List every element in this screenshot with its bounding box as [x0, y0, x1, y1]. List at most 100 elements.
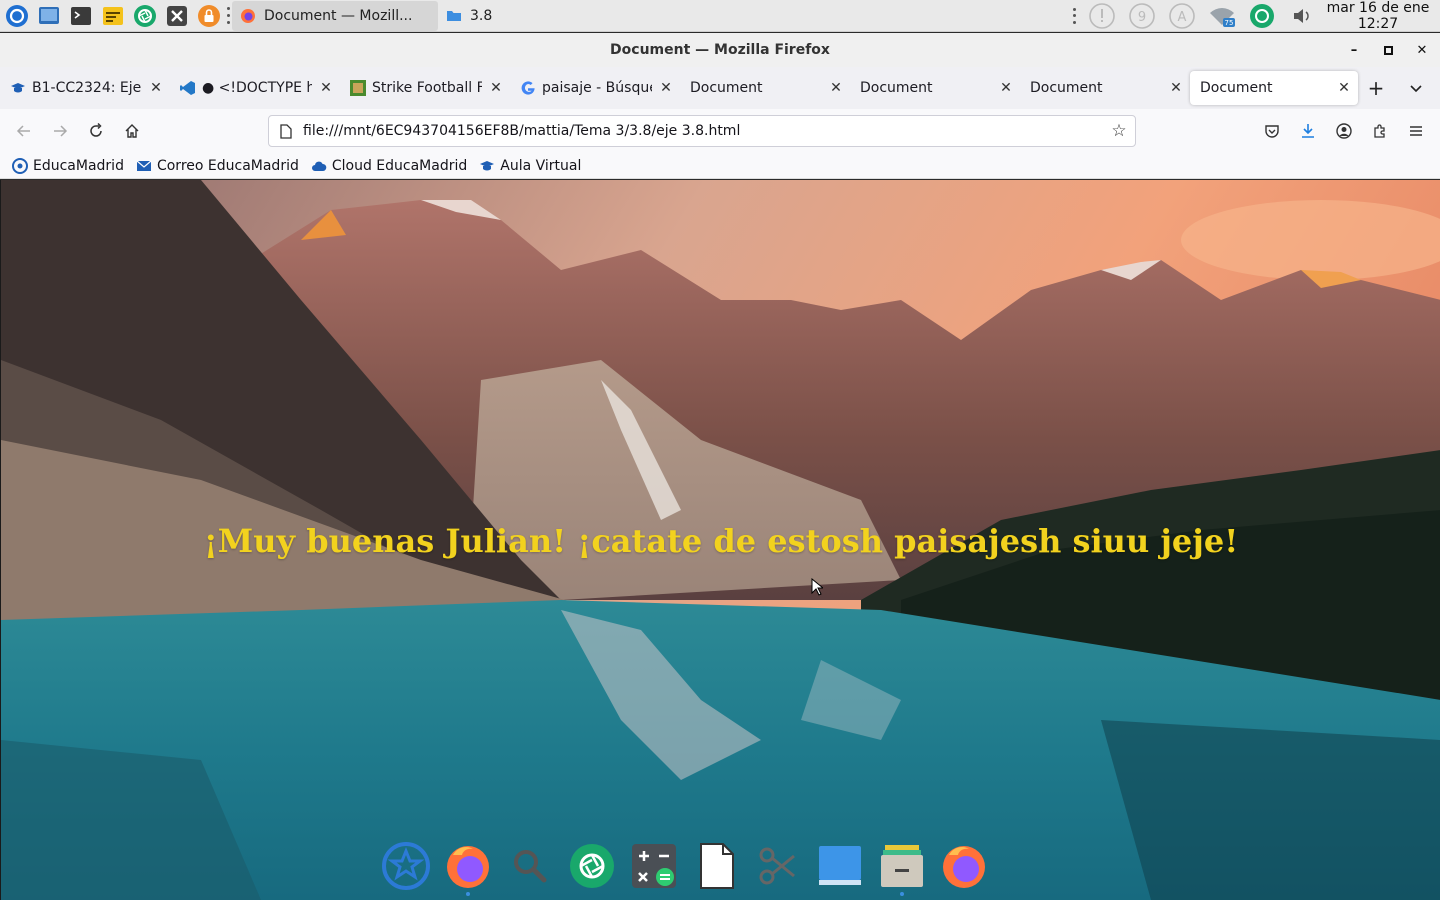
firefox-icon — [943, 846, 985, 888]
tab-label: Document — [690, 80, 763, 96]
close-tab-icon[interactable]: ✕ — [1336, 80, 1352, 96]
strike-football-icon — [350, 80, 366, 96]
app-launcher-icon — [382, 842, 430, 890]
tray-aperture[interactable] — [1247, 1, 1277, 31]
url-text[interactable]: file:///mnt/6EC943704156EF8B/mattia/Tema… — [303, 123, 1103, 139]
window-titlebar[interactable]: Document — Mozilla Firefox – ✕ — [0, 33, 1440, 67]
app-menu-button[interactable] — [1398, 115, 1434, 147]
tray-updates[interactable] — [1087, 1, 1117, 31]
show-desktop-button[interactable] — [34, 2, 64, 30]
dock-text-editor[interactable] — [690, 840, 742, 892]
panel-separator-handle[interactable] — [226, 6, 230, 26]
bookmark-star-icon[interactable]: ☆ — [1103, 121, 1135, 141]
scissors-icon — [759, 847, 795, 885]
minimize-button[interactable]: – — [1342, 38, 1366, 62]
list-all-tabs-button[interactable] — [1398, 71, 1434, 105]
toolbar-right — [1254, 115, 1434, 147]
tab[interactable]: Document ✕ — [850, 71, 1020, 105]
pocket-button[interactable] — [1254, 115, 1290, 147]
lock-launcher[interactable] — [194, 2, 224, 30]
clock[interactable]: mar 16 de ene 12:27 — [1322, 0, 1440, 32]
downloads-button[interactable] — [1290, 115, 1326, 147]
dock-firefox[interactable] — [442, 840, 494, 896]
bookmarks-toolbar: EducaMadrid Correo EducaMadrid Cloud Edu… — [0, 153, 1440, 179]
tab-label: paisaje - Búsqueda — [542, 80, 652, 96]
arrow-left-icon — [16, 125, 30, 137]
dock-firefox-2[interactable] — [938, 840, 990, 892]
tab[interactable]: Strike Football Fun ✕ — [340, 71, 510, 105]
bookmark-educamadrid[interactable]: EducaMadrid — [12, 157, 124, 174]
close-window-button[interactable]: ✕ — [1410, 38, 1434, 62]
close-tab-icon[interactable]: ✕ — [318, 80, 334, 96]
back-button[interactable] — [6, 115, 42, 147]
maximize-icon — [1383, 45, 1393, 55]
new-tab-button[interactable]: + — [1358, 71, 1394, 105]
tray-volume[interactable] — [1287, 1, 1317, 31]
cloud-icon — [311, 161, 327, 171]
aperture-launcher[interactable] — [130, 2, 160, 30]
badge-letter-text: A — [1178, 10, 1187, 25]
tray-separator-handle[interactable] — [1072, 6, 1076, 26]
close-icon: ✕ — [1416, 42, 1428, 58]
folder-icon — [447, 10, 461, 21]
system-top-panel: Document — Mozill... 3.8 9 A 75 mar 16 d… — [0, 0, 1440, 32]
aperture-icon — [134, 4, 156, 27]
monitor-icon — [819, 846, 861, 885]
taskbar-item-firefox[interactable]: Document — Mozill... — [232, 0, 438, 31]
close-tab-icon[interactable]: ✕ — [1168, 80, 1184, 96]
tab-selected[interactable]: Document ✕ — [1190, 71, 1358, 105]
hamburger-menu-icon — [1410, 126, 1422, 136]
app-menu-button[interactable] — [2, 2, 32, 30]
account-button[interactable] — [1326, 115, 1362, 147]
aperture-icon — [570, 844, 614, 888]
notes-icon — [103, 6, 123, 25]
home-button[interactable] — [114, 115, 150, 147]
tab[interactable]: ● <!DOCTYPE html> ✕ — [170, 71, 340, 105]
tab[interactable]: paisaje - Búsqueda ✕ — [510, 71, 680, 105]
dock-calculator[interactable] — [628, 840, 680, 892]
dock-aperture[interactable] — [566, 840, 618, 892]
bookmark-correo[interactable]: Correo EducaMadrid — [136, 158, 299, 174]
close-tab-icon[interactable]: ✕ — [488, 80, 504, 96]
desktop-icon — [39, 6, 59, 24]
tab-label: Document — [1200, 80, 1273, 96]
tab-label: Document — [1030, 80, 1103, 96]
google-icon — [520, 80, 536, 96]
url-bar[interactable]: file:///mnt/6EC943704156EF8B/mattia/Tema… — [268, 115, 1136, 147]
bookmark-label: EducaMadrid — [33, 157, 124, 174]
number-badge-icon: 9 — [1129, 3, 1155, 29]
puzzle-icon — [1374, 124, 1385, 138]
reload-button[interactable] — [78, 115, 114, 147]
clock-time: 12:27 — [1357, 16, 1399, 32]
tab[interactable]: Document ✕ — [680, 71, 850, 105]
bookmark-cloud[interactable]: Cloud EducaMadrid — [311, 158, 467, 174]
taskbar-item-folder[interactable]: 3.8 — [438, 1, 500, 31]
dock-app-launcher[interactable] — [380, 840, 432, 892]
tab[interactable]: Document ✕ — [1020, 71, 1190, 105]
maximize-button[interactable] — [1376, 38, 1400, 62]
volume-icon — [1294, 9, 1309, 23]
notes-launcher[interactable] — [98, 2, 128, 30]
terminal-launcher[interactable] — [66, 2, 96, 30]
page-viewport[interactable]: ¡Muy buenas Julian! ¡catate de estosh pa… — [0, 180, 1440, 900]
forward-button[interactable] — [42, 115, 78, 147]
close-tab-icon[interactable]: ✕ — [828, 80, 844, 96]
tray-badge-number[interactable]: 9 — [1127, 1, 1157, 31]
search-icon — [514, 850, 547, 883]
close-tab-icon[interactable]: ✕ — [148, 80, 164, 96]
dock-search[interactable] — [504, 840, 556, 892]
file-manager-icon — [881, 845, 923, 887]
bookmark-aula-virtual[interactable]: Aula Virtual — [479, 158, 581, 174]
tray-keyboard-layout[interactable]: A — [1167, 1, 1197, 31]
close-tab-icon[interactable]: ✕ — [998, 80, 1014, 96]
close-tab-icon[interactable]: ✕ — [658, 80, 674, 96]
extensions-button[interactable] — [1362, 115, 1398, 147]
dock-screenshot[interactable] — [752, 840, 804, 892]
dock-file-manager[interactable] — [876, 840, 928, 896]
aperture-icon — [1250, 4, 1274, 28]
wifi-level-text: 75 — [1225, 19, 1234, 27]
dock-display[interactable] — [814, 840, 866, 892]
tab[interactable]: B1-CC2324: Ejercicio ✕ — [0, 71, 170, 105]
x-launcher[interactable] — [162, 2, 192, 30]
tray-wifi[interactable]: 75 — [1207, 1, 1237, 31]
